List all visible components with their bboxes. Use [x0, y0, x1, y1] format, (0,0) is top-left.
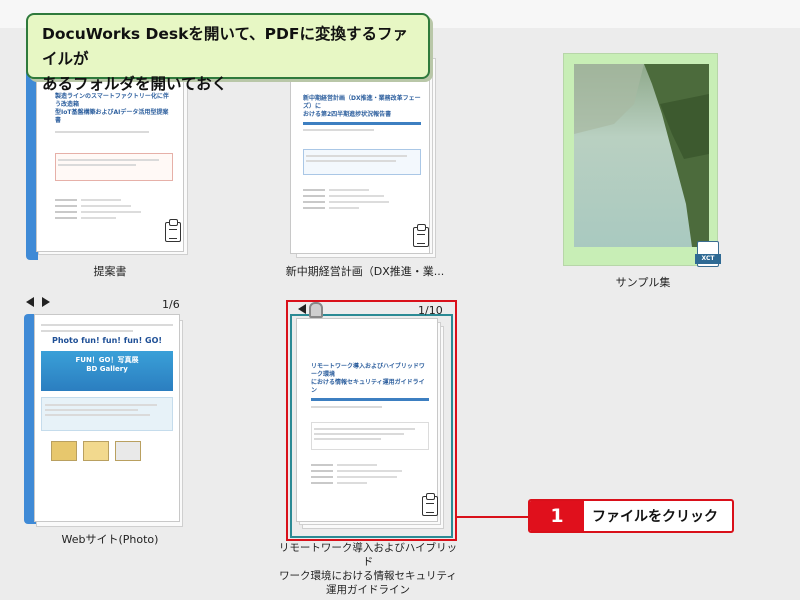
clip-document-icon [413, 224, 429, 247]
landscape-photo [574, 64, 709, 247]
callout-line-2: あるフォルダを開いておく [42, 75, 228, 93]
document-label: 提案書 [93, 265, 127, 278]
xct-file-icon: XCT [695, 241, 721, 267]
clip-document-icon [422, 493, 438, 516]
step-annotation: 1 ファイルをクリック [528, 499, 734, 533]
preview-title: 新中期経営計画（DX推進・業務改革フェーズ）に [303, 95, 421, 110]
page-count: 1/6 [162, 298, 180, 311]
preview-title: 型IoT基盤構築およびAIデータ活用型提案書 [55, 109, 169, 124]
document-label: サンプル集 [615, 276, 671, 289]
preview-title: における情報セキュリティ運用ガイドライン [311, 379, 425, 394]
image-document-frame [563, 53, 718, 266]
photo-banner: FUN！GO！写真展 BD Gallery [41, 351, 173, 391]
step-text: ファイルをクリック [592, 509, 718, 525]
page-navigator[interactable] [26, 297, 50, 307]
banner-title: Photo fun! fun! fun! GO! [51, 336, 163, 345]
document-label-line: ワーク環境における情報セキュリティ [279, 570, 457, 582]
annotation-connector [457, 516, 529, 518]
page-count: 1/10 [418, 304, 443, 317]
binder-clip-icon [309, 302, 323, 318]
prev-page-icon[interactable] [298, 304, 306, 314]
instruction-callout: DocuWorks Deskを開いて、PDFに変換するファイルが あるフォルダを… [26, 13, 430, 93]
callout-line-1: DocuWorks Deskを開いて、PDFに変換するファイルが [42, 25, 408, 68]
document-label: リモートワーク導入およびハイブリッド ワーク環境における情報セキュリティ 運用ガ… [276, 541, 460, 597]
preview-title: リモートワーク導入およびハイブリッドワーク環境 [311, 363, 425, 378]
file-badge: XCT [695, 254, 721, 264]
preview-title: おける第2四半期進捗状況報告書 [303, 111, 392, 118]
document-label: Webサイト(Photo) [61, 533, 159, 546]
document-label-line: リモートワーク導入およびハイブリッド [278, 542, 458, 568]
next-page-icon[interactable] [42, 297, 50, 307]
document-label-line: 運用ガイドライン [326, 584, 410, 596]
document-label: 新中期経営計画（DX推進・業... [285, 265, 445, 278]
clip-document-icon [165, 219, 181, 242]
step-number: 1 [530, 501, 584, 531]
banner-sub: FUN！GO！写真展 [75, 356, 139, 364]
document-page: Photo fun! fun! fun! GO! FUN！GO！写真展 BD G… [34, 314, 180, 522]
banner-sub: BD Gallery [86, 365, 128, 373]
prev-page-icon[interactable] [26, 297, 34, 307]
document-page: リモートワーク導入およびハイブリッドワーク環境 における情報セキュリティ運用ガイ… [296, 318, 438, 522]
